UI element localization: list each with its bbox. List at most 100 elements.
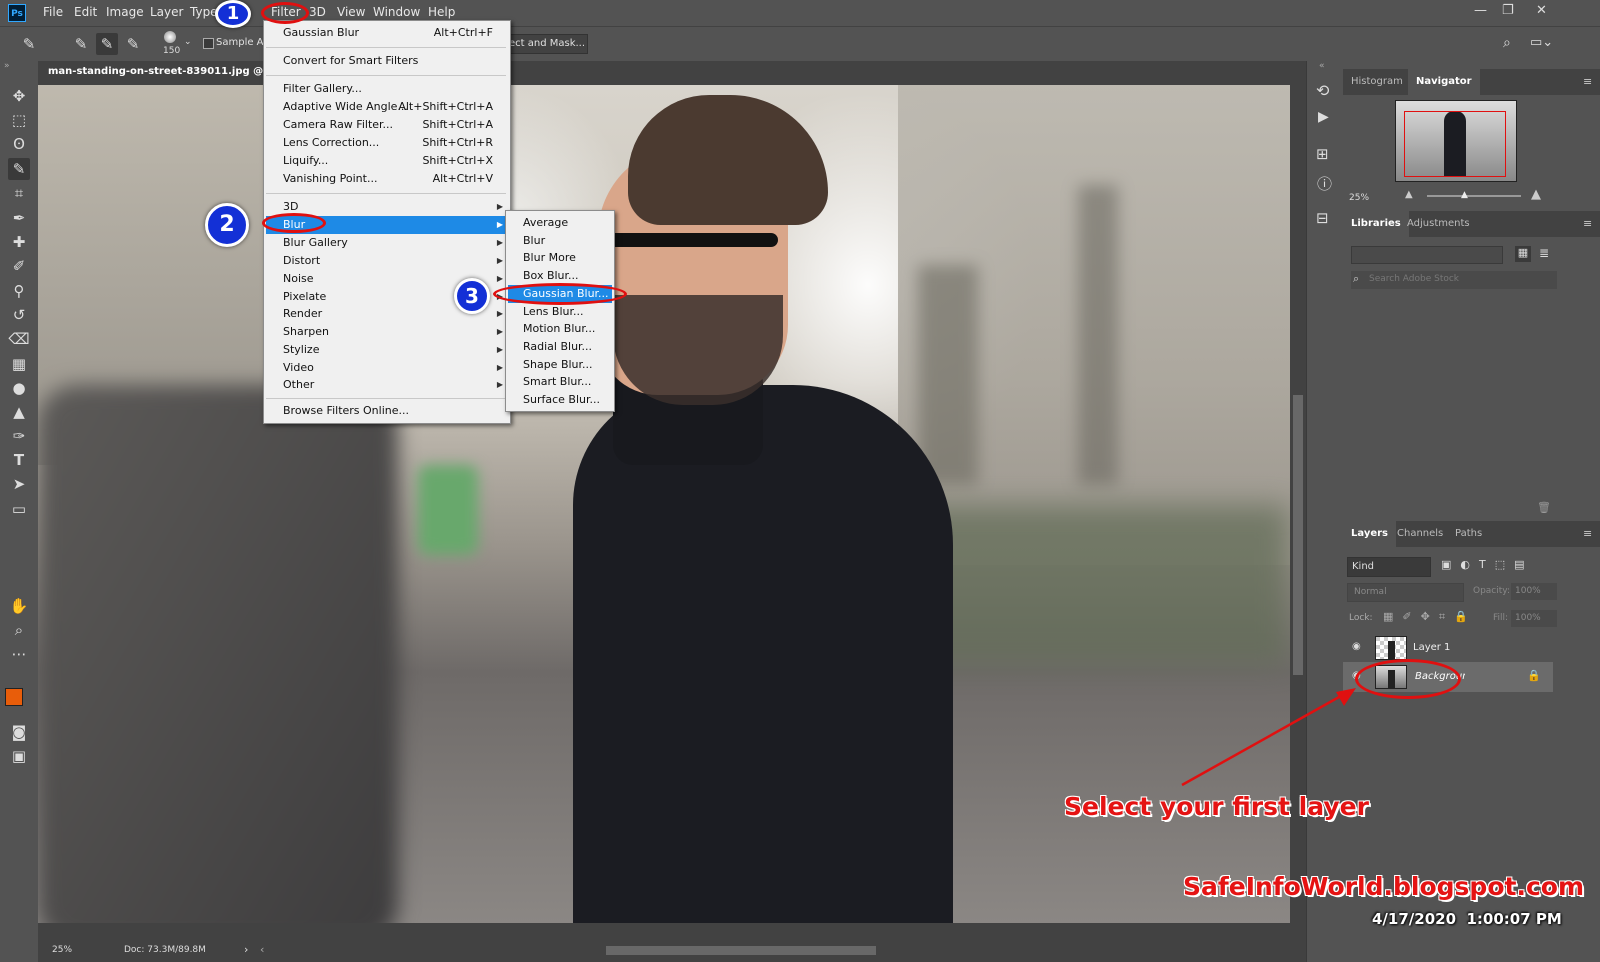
submenu-item-blur[interactable]: Blur bbox=[523, 232, 545, 250]
healing-brush-icon[interactable]: ✚ bbox=[8, 231, 30, 253]
select-and-mask-button[interactable]: ect and Mask... bbox=[503, 34, 588, 54]
chevron-right-icon[interactable]: › bbox=[244, 943, 248, 956]
stamp-tool-icon[interactable]: ⚲ bbox=[8, 280, 30, 302]
actions-play-icon[interactable]: ▶ bbox=[1318, 109, 1329, 125]
menu-item-filter-gallery[interactable]: Filter Gallery... bbox=[283, 80, 493, 98]
minimize-icon[interactable]: — bbox=[1474, 3, 1487, 18]
menu-3d[interactable]: 3D bbox=[309, 5, 326, 19]
navigator-slider-thumb[interactable]: ▲ bbox=[1461, 190, 1468, 200]
menu-image[interactable]: Image bbox=[106, 5, 144, 19]
menu-window[interactable]: Window bbox=[373, 5, 420, 19]
screen-mode-icon[interactable]: ▣ bbox=[8, 745, 30, 767]
dodge-tool-icon[interactable]: ▲ bbox=[8, 401, 30, 423]
tab-histogram[interactable]: Histogram bbox=[1343, 69, 1411, 95]
add-selection-icon[interactable]: ✎ bbox=[96, 33, 118, 55]
quick-select-preset-icon[interactable]: ✎ bbox=[18, 33, 40, 55]
submenu-item-shape-blur[interactable]: Shape Blur... bbox=[523, 356, 593, 374]
menu-item-stylize[interactable]: Stylize ▶ bbox=[283, 341, 503, 359]
collapse-arrows-icon[interactable]: « bbox=[1319, 61, 1325, 71]
menu-item-browse-filters-online[interactable]: Browse Filters Online... bbox=[283, 402, 493, 420]
fill-field[interactable]: 100% bbox=[1511, 610, 1557, 627]
glyphs-panel-icon[interactable]: ⊟ bbox=[1316, 209, 1329, 227]
move-tool-icon[interactable]: ✥ bbox=[8, 85, 30, 107]
info-icon[interactable]: ⓘ bbox=[1317, 173, 1332, 194]
lasso-tool-icon[interactable]: ʘ bbox=[8, 133, 30, 155]
submenu-item-motion-blur[interactable]: Motion Blur... bbox=[523, 320, 595, 338]
sample-all-checkbox[interactable] bbox=[203, 38, 214, 49]
crop-tool-icon[interactable]: ⌗ bbox=[8, 182, 30, 204]
submenu-item-lens-blur[interactable]: Lens Blur... bbox=[523, 303, 583, 321]
library-select[interactable] bbox=[1351, 246, 1503, 264]
layer-kind-filter[interactable]: Kind bbox=[1347, 557, 1431, 577]
horizontal-scroll-thumb[interactable] bbox=[606, 946, 876, 955]
navigator-zoom-slider[interactable] bbox=[1427, 195, 1521, 197]
menu-item-sharpen[interactable]: Sharpen ▶ bbox=[283, 323, 503, 341]
menu-item-adaptive-wide-angle[interactable]: Adaptive Wide Angle... Alt+Shift+Ctrl+A bbox=[283, 98, 493, 116]
submenu-item-average[interactable]: Average bbox=[523, 214, 568, 232]
tab-channels[interactable]: Channels bbox=[1389, 521, 1451, 547]
menu-help[interactable]: Help bbox=[428, 5, 455, 19]
menu-layer[interactable]: Layer bbox=[150, 5, 183, 19]
zoom-in-icon[interactable]: ▲ bbox=[1531, 187, 1541, 202]
chevron-down-icon[interactable]: ⌄ bbox=[184, 37, 192, 47]
submenu-item-blur-more[interactable]: Blur More bbox=[523, 249, 576, 267]
properties-panel-icon[interactable]: ⊞ bbox=[1316, 145, 1329, 163]
pen-tool-icon[interactable]: ✑ bbox=[8, 425, 30, 447]
brush-tool-icon[interactable]: ✐ bbox=[8, 255, 30, 277]
panel-menu-icon[interactable]: ≡ bbox=[1583, 217, 1592, 230]
menu-type[interactable]: Type bbox=[190, 5, 218, 19]
tab-paths[interactable]: Paths bbox=[1447, 521, 1490, 547]
navigator-thumbnail[interactable] bbox=[1395, 100, 1517, 182]
menu-item-vanishing-point[interactable]: Vanishing Point... Alt+Ctrl+V bbox=[283, 170, 493, 188]
opacity-field[interactable]: 100% bbox=[1511, 583, 1557, 600]
menu-item-lens-correction[interactable]: Lens Correction... Shift+Ctrl+R bbox=[283, 134, 493, 152]
trash-icon[interactable]: 🗑 bbox=[1537, 501, 1551, 514]
horizontal-scrollbar[interactable] bbox=[38, 923, 1306, 940]
collapse-arrows-icon[interactable]: » bbox=[4, 61, 10, 71]
zoom-tool-icon[interactable]: ⌕ bbox=[8, 619, 30, 641]
document-tab[interactable]: man-standing-on-street-839011.jpg @ 25% … bbox=[38, 61, 1306, 85]
blur-tool-icon[interactable]: ● bbox=[8, 377, 30, 399]
type-tool-icon[interactable]: T bbox=[8, 449, 30, 471]
brush-preview-icon[interactable] bbox=[164, 31, 176, 43]
layer-row-layer1[interactable]: ◉ Layer 1 bbox=[1343, 633, 1583, 663]
menu-item-distort[interactable]: Distort ▶ bbox=[283, 252, 503, 270]
eraser-tool-icon[interactable]: ⌫ bbox=[8, 328, 30, 350]
close-icon[interactable]: ✕ bbox=[1536, 3, 1547, 18]
blend-mode-select[interactable]: Normal bbox=[1347, 583, 1464, 602]
submenu-item-smart-blur[interactable]: Smart Blur... bbox=[523, 373, 591, 391]
menu-item-liquify[interactable]: Liquify... Shift+Ctrl+X bbox=[283, 152, 493, 170]
zoom-out-icon[interactable]: ▲ bbox=[1405, 189, 1413, 200]
menu-item-3d[interactable]: 3D ▶ bbox=[283, 198, 503, 216]
rectangle-tool-icon[interactable]: ▭ bbox=[8, 498, 30, 520]
zoom-level[interactable]: 25% bbox=[52, 945, 72, 955]
list-view-icon[interactable]: ≣ bbox=[1539, 246, 1549, 260]
menu-item-camera-raw[interactable]: Camera Raw Filter... Shift+Ctrl+A bbox=[283, 116, 493, 134]
history-panel-icon[interactable]: ⟲ bbox=[1316, 81, 1329, 100]
submenu-item-surface-blur[interactable]: Surface Blur... bbox=[523, 391, 600, 409]
layer-name[interactable]: Layer 1 bbox=[1413, 642, 1450, 653]
chevron-left-icon[interactable]: ‹ bbox=[260, 943, 264, 956]
quick-selection-tool-icon[interactable]: ✎ bbox=[8, 158, 30, 180]
menu-item-blur-gallery[interactable]: Blur Gallery ▶ bbox=[283, 234, 503, 252]
eyedropper-tool-icon[interactable]: ✒ bbox=[8, 207, 30, 229]
panel-menu-icon[interactable]: ≡ bbox=[1583, 75, 1592, 88]
tab-adjustments[interactable]: Adjustments bbox=[1399, 211, 1478, 237]
menu-item-video[interactable]: Video ▶ bbox=[283, 359, 503, 377]
layer-filter-icons[interactable]: ▣◐T⬚▤ bbox=[1441, 558, 1534, 571]
menu-item-other[interactable]: Other ▶ bbox=[283, 376, 503, 394]
navigator-view-box[interactable] bbox=[1404, 111, 1506, 177]
foreground-color-swatch[interactable] bbox=[5, 688, 23, 706]
workspace-icon[interactable]: ▭⌄ bbox=[1530, 35, 1553, 50]
gradient-tool-icon[interactable]: ▦ bbox=[8, 353, 30, 375]
menu-item-convert-smart-filters[interactable]: Convert for Smart Filters bbox=[283, 52, 493, 70]
path-selection-icon[interactable]: ➤ bbox=[8, 473, 30, 495]
hand-tool-icon[interactable]: ✋ bbox=[8, 595, 30, 617]
stock-search-field[interactable]: ⌕ Search Adobe Stock bbox=[1351, 271, 1557, 289]
marquee-tool-icon[interactable]: ⬚ bbox=[8, 109, 30, 131]
more-tools-icon[interactable]: ⋯ bbox=[8, 643, 30, 665]
menu-item-gaussian-blur[interactable]: Gaussian Blur Alt+Ctrl+F bbox=[283, 24, 493, 42]
new-selection-icon[interactable]: ✎ bbox=[70, 33, 92, 55]
quick-mask-icon[interactable]: ◙ bbox=[8, 721, 30, 743]
restore-icon[interactable]: ❐ bbox=[1502, 3, 1514, 18]
